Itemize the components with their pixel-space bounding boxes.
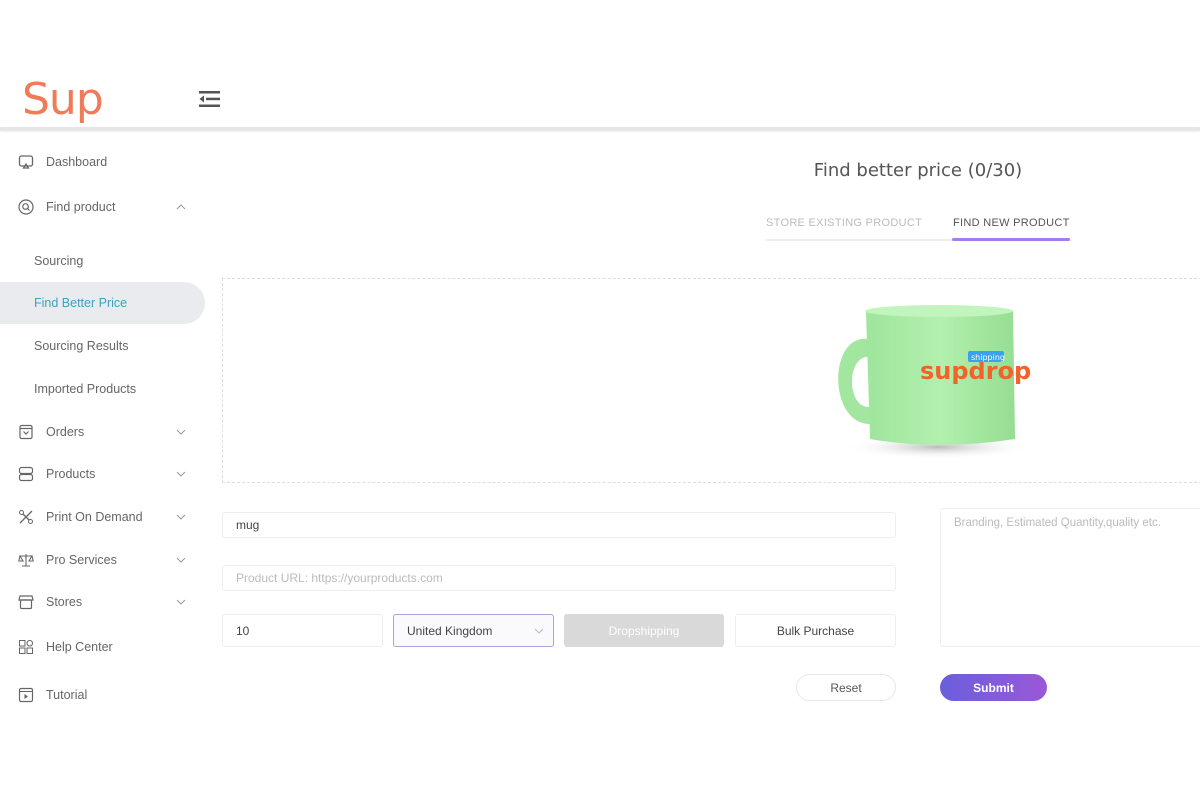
- bulk-purchase-button[interactable]: Bulk Purchase: [735, 614, 896, 647]
- scale-icon: [18, 554, 34, 567]
- sidebar-item-help-center[interactable]: Help Center: [0, 632, 205, 662]
- menu-collapse-icon[interactable]: [199, 91, 220, 107]
- sidebar-item-sourcing[interactable]: Sourcing: [0, 246, 205, 276]
- sidebar-item-stores[interactable]: Stores: [0, 587, 205, 617]
- search-circle-icon: [18, 199, 34, 215]
- active-tab-indicator: [952, 238, 1070, 241]
- sidebar-item-print-on-demand[interactable]: Print On Demand: [0, 502, 205, 532]
- dropshipping-button[interactable]: Dropshipping: [564, 614, 724, 647]
- sidebar-item-label: Sourcing Results: [34, 339, 129, 353]
- sidebar-item-imported-products[interactable]: Imported Products: [0, 374, 205, 404]
- chevron-down-icon: [176, 514, 186, 520]
- video-icon: [18, 687, 34, 703]
- sidebar-item-label: Dashboard: [46, 155, 108, 169]
- notes-textarea[interactable]: Branding, Estimated Quantity,quality etc…: [940, 508, 1200, 647]
- sidebar-item-sourcing-results[interactable]: Sourcing Results: [0, 331, 205, 361]
- sidebar-item-label: Sourcing: [34, 254, 84, 268]
- sidebar-item-label: Imported Products: [34, 382, 137, 396]
- sidebar-item-label: Help Center: [46, 640, 113, 654]
- quantity-input[interactable]: 10: [222, 614, 383, 647]
- sidebar-item-dashboard[interactable]: Dashboard: [0, 147, 205, 177]
- country-select[interactable]: United Kingdom: [393, 614, 554, 647]
- page-title: Find better price (0/30): [813, 160, 1023, 181]
- sidebar-item-orders[interactable]: Orders: [0, 417, 205, 447]
- stack-icon: [18, 466, 34, 482]
- keyword-input[interactable]: mug: [222, 512, 896, 538]
- bag-icon: [19, 424, 33, 440]
- tab-store-existing-product[interactable]: STORE EXISTING PRODUCT: [766, 217, 922, 229]
- tab-find-new-product[interactable]: FIND NEW PRODUCT: [953, 217, 1070, 229]
- product-url-input[interactable]: Product URL: https://yourproducts.com: [222, 565, 896, 591]
- country-select-value: United Kingdom: [407, 623, 493, 638]
- chevron-down-icon: [176, 429, 186, 435]
- svg-text:shipping: shipping: [971, 353, 1005, 362]
- sidebar-item-label: Products: [46, 467, 96, 481]
- reset-button[interactable]: Reset: [796, 674, 896, 701]
- store-icon: [18, 595, 34, 610]
- header-divider: [0, 127, 1200, 130]
- sidebar-item-label: Print On Demand: [46, 510, 143, 524]
- design-tools-icon: [19, 510, 33, 524]
- sidebar-item-label: Find Better Price: [34, 296, 128, 310]
- sidebar-item-label: Stores: [46, 595, 83, 609]
- submit-button[interactable]: Submit: [940, 674, 1047, 701]
- image-upload-area[interactable]: supdrop shipping: [222, 278, 1200, 483]
- sidebar-item-label: Pro Services: [46, 553, 117, 567]
- chevron-down-icon: [176, 599, 186, 605]
- chevron-up-icon: [176, 204, 186, 210]
- product-image-mug: supdrop shipping: [838, 305, 1033, 459]
- sidebar-item-products[interactable]: Products: [0, 459, 205, 489]
- sidebar-item-find-product[interactable]: Find product: [0, 192, 205, 222]
- sidebar-item-label: Orders: [46, 425, 85, 439]
- chevron-down-icon: [176, 471, 186, 477]
- sidebar-item-label: Tutorial: [46, 688, 88, 702]
- chevron-down-icon: [176, 557, 186, 563]
- sidebar-item-tutorial[interactable]: Tutorial: [0, 680, 205, 710]
- chevron-down-icon: [534, 628, 544, 634]
- sidebar-item-find-better-price[interactable]: Find Better Price: [0, 282, 205, 324]
- grid-icon: [19, 640, 33, 654]
- sidebar-item-label: Find product: [46, 200, 116, 214]
- logo[interactable]: Sup: [22, 74, 104, 125]
- sidebar-item-pro-services[interactable]: Pro Services: [0, 545, 205, 575]
- monitor-icon: [18, 155, 34, 169]
